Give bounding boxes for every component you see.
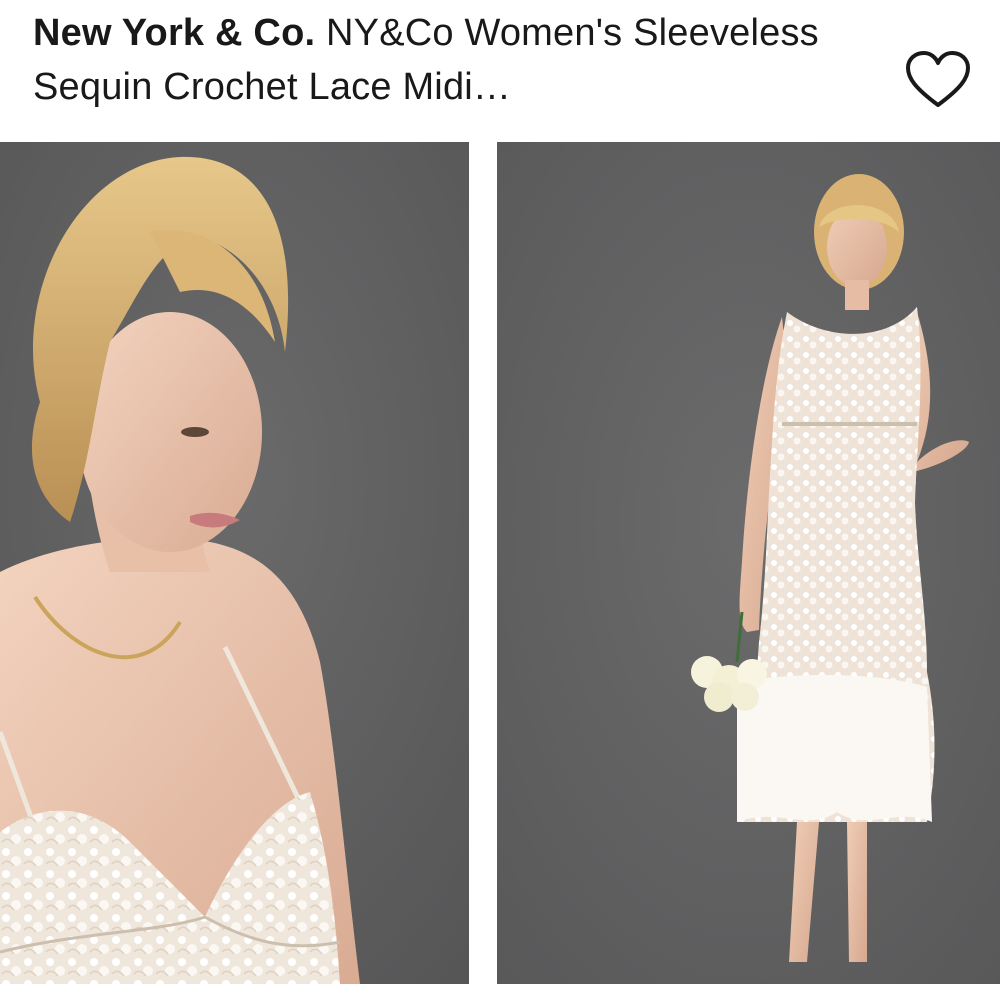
listing-title: New York & Co. NY&Co Women's Sleeveless … — [33, 6, 873, 114]
heart-outline-icon — [906, 51, 970, 107]
brand-name: New York & Co. — [33, 12, 316, 54]
closeup-image — [0, 142, 469, 984]
full-length-image — [497, 142, 1000, 984]
listing-header: New York & Co. NY&Co Women's Sleeveless … — [0, 0, 1000, 140]
image-gallery — [0, 142, 1000, 984]
favorite-button[interactable] — [905, 50, 971, 110]
product-photo-closeup[interactable] — [0, 142, 469, 984]
product-photo-full-length[interactable] — [497, 142, 1000, 984]
